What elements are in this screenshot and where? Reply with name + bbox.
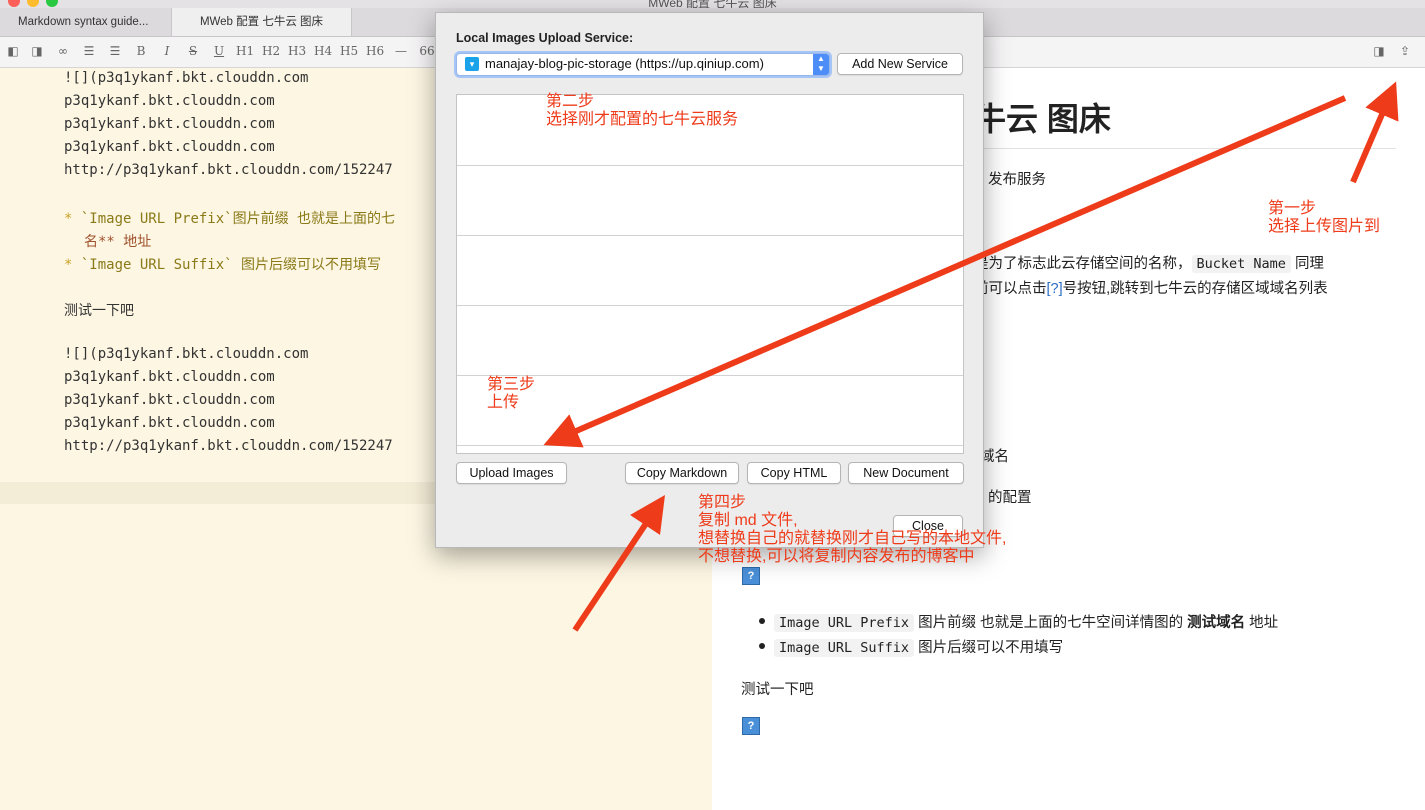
outdent-icon[interactable]: ☰ [106, 41, 124, 61]
editor-bullet: * [64, 211, 73, 227]
image-list-row [457, 305, 963, 376]
h3-button[interactable]: H3 [288, 41, 306, 61]
preview-prefix-item: Image URL Prefix 图片前缀 也就是上面的七牛空间详情图的 测试域… [774, 611, 1278, 632]
preview-text: 图片后缀可以不用填写 [918, 640, 1064, 656]
broken-image-icon: ? [742, 567, 760, 585]
help-link[interactable]: [?] [1047, 281, 1063, 297]
inline-code: Bucket Name [1191, 255, 1291, 273]
preview-text: 测试一下吧 [741, 682, 814, 698]
editor-line: p3q1ykanf.bkt.clouddn.com [64, 139, 275, 155]
preview-text: 号按钮,跳转到七牛云的存储区域域名列表 [1062, 281, 1328, 297]
editor-line: p3q1ykanf.bkt.clouddn.com [64, 415, 275, 431]
title-divider [974, 148, 1396, 149]
quote-button[interactable]: 66 [418, 41, 436, 61]
bold-button[interactable]: B [132, 41, 150, 61]
annotation-text: 第一步 [1268, 200, 1317, 217]
preview-text: 是为了标志此云存储空间的名称， [974, 256, 1192, 272]
editor-line: `Image URL Prefix`图片前缀 也就是上面的七 [80, 211, 396, 227]
broken-image-icon: ? [742, 717, 760, 735]
editor-line: 名** 地址 [84, 234, 152, 250]
image-list-row [457, 235, 963, 306]
step4-annotation: 第四步 复制 md 文件, 想替换自己的就替换刚才自己写的本地文件, 不想替换,可以将… [698, 494, 1006, 566]
annotation-text: 上传 [487, 394, 520, 411]
editor-list-item: * `Image URL Suffix` 图片后缀可以不用填写 [64, 254, 381, 274]
preview-bucket-line: 是为了标志此云存储空间的名称， Bucket Name 同理 [974, 252, 1324, 273]
preview-bold: 测试域名 [1187, 615, 1246, 631]
annotation-text: 选择刚才配置的七牛云服务 [546, 111, 739, 128]
add-new-service-button[interactable]: Add New Service [837, 53, 963, 75]
inline-code: Image URL Suffix [774, 639, 915, 657]
h1-button[interactable]: H1 [236, 41, 254, 61]
horizontal-rule-button[interactable]: — [392, 41, 410, 61]
annotation-text: 想替换自己的就替换刚才自己写的本地文件, [698, 530, 1007, 547]
list-bullet [759, 643, 765, 649]
selected-service-value: manajay-blog-pic-storage (https://up.qin… [485, 56, 764, 71]
inline-code: Image URL Prefix [774, 614, 915, 632]
tab-markdown-guide[interactable]: Markdown syntax guide... [0, 8, 172, 36]
preview-text: 前可以点击 [974, 281, 1047, 297]
link-icon[interactable]: ∞ [54, 41, 72, 61]
editor-bullet: * [64, 257, 73, 273]
copy-markdown-button[interactable]: Copy Markdown [625, 462, 739, 484]
step3-annotation: 第三步 上传 [487, 376, 535, 412]
preview-title: 牛云 图床 [974, 101, 1111, 137]
annotation-text: 第三步 [487, 376, 536, 393]
italic-button[interactable]: I [158, 41, 176, 61]
upload-service-select[interactable]: ▾ manajay-blog-pic-storage (https://up.q… [456, 53, 830, 76]
preview-panel-icon[interactable]: ◨ [1370, 41, 1388, 61]
annotation-text: 选择上传图片到 [1268, 218, 1381, 235]
annotation-text: 复制 md 文件, [698, 512, 798, 529]
indent-icon[interactable]: ☰ [80, 41, 98, 61]
upload-images-button[interactable]: Upload Images [456, 462, 567, 484]
editor-line: p3q1ykanf.bkt.clouddn.com [64, 93, 275, 109]
share-icon[interactable]: ⇪ [1396, 41, 1414, 61]
editor-line: `Image URL Suffix` 图片后缀可以不用填写 [80, 257, 382, 273]
new-document-button[interactable]: New Document [848, 462, 964, 484]
service-label: Local Images Upload Service: [456, 31, 634, 45]
select-stepper-icon[interactable]: ▲ ▼ [813, 54, 829, 75]
h5-button[interactable]: H5 [340, 41, 358, 61]
h4-button[interactable]: H4 [314, 41, 332, 61]
preview-text: 图片前缀 也就是上面的七牛空间详情图的 [918, 615, 1184, 631]
copy-html-button[interactable]: Copy HTML [747, 462, 841, 484]
annotation-text: 第二步 [546, 93, 595, 110]
sidebar-toggle-icon[interactable]: ◧ [4, 41, 22, 61]
preview-text: 地址 [1249, 615, 1279, 631]
preview-text: 域名 [980, 449, 1009, 465]
tab-mweb-qiniu[interactable]: MWeb 配置 七牛云 图床 [172, 8, 352, 36]
list-bullet [759, 618, 765, 624]
h2-button[interactable]: H2 [262, 41, 280, 61]
editor-line: ![](p3q1ykanf.bkt.clouddn.com [64, 346, 309, 362]
editor-line: 测试一下吧 [64, 303, 134, 319]
editor-line: p3q1ykanf.bkt.clouddn.com [64, 392, 275, 408]
image-list-row [457, 165, 963, 236]
qiniu-service-icon: ▾ [465, 57, 479, 71]
editor-line: http://p3q1ykanf.bkt.clouddn.com/152247 [64, 162, 393, 178]
split-view-icon[interactable]: ◨ [28, 41, 46, 61]
h6-button[interactable]: H6 [366, 41, 384, 61]
step2-annotation: 第二步 选择刚才配置的七牛云服务 [546, 93, 738, 129]
editor-line: p3q1ykanf.bkt.clouddn.com [64, 116, 275, 132]
preview-link-line: 前可以点击[?]号按钮,跳转到七牛云的存储区域域名列表 [974, 277, 1328, 298]
strikethrough-button[interactable]: S [184, 41, 202, 61]
preview-suffix-item: Image URL Suffix 图片后缀可以不用填写 [774, 636, 1063, 657]
underline-button[interactable]: U [210, 41, 228, 61]
step1-annotation: 第一步 选择上传图片到 [1268, 200, 1380, 236]
editor-line: p3q1ykanf.bkt.clouddn.com [64, 369, 275, 385]
annotation-text: 第四步 [698, 494, 747, 511]
preview-text: 同理 [1294, 256, 1324, 272]
preview-text: 发布服务 [988, 172, 1046, 188]
editor-list-item: * `Image URL Prefix`图片前缀 也就是上面的七 [64, 208, 395, 228]
annotation-text: 不想替换,可以将复制内容发布的博客中 [698, 548, 975, 565]
editor-line: ![](p3q1ykanf.bkt.clouddn.com [64, 70, 309, 86]
editor-line: http://p3q1ykanf.bkt.clouddn.com/152247 [64, 438, 393, 454]
